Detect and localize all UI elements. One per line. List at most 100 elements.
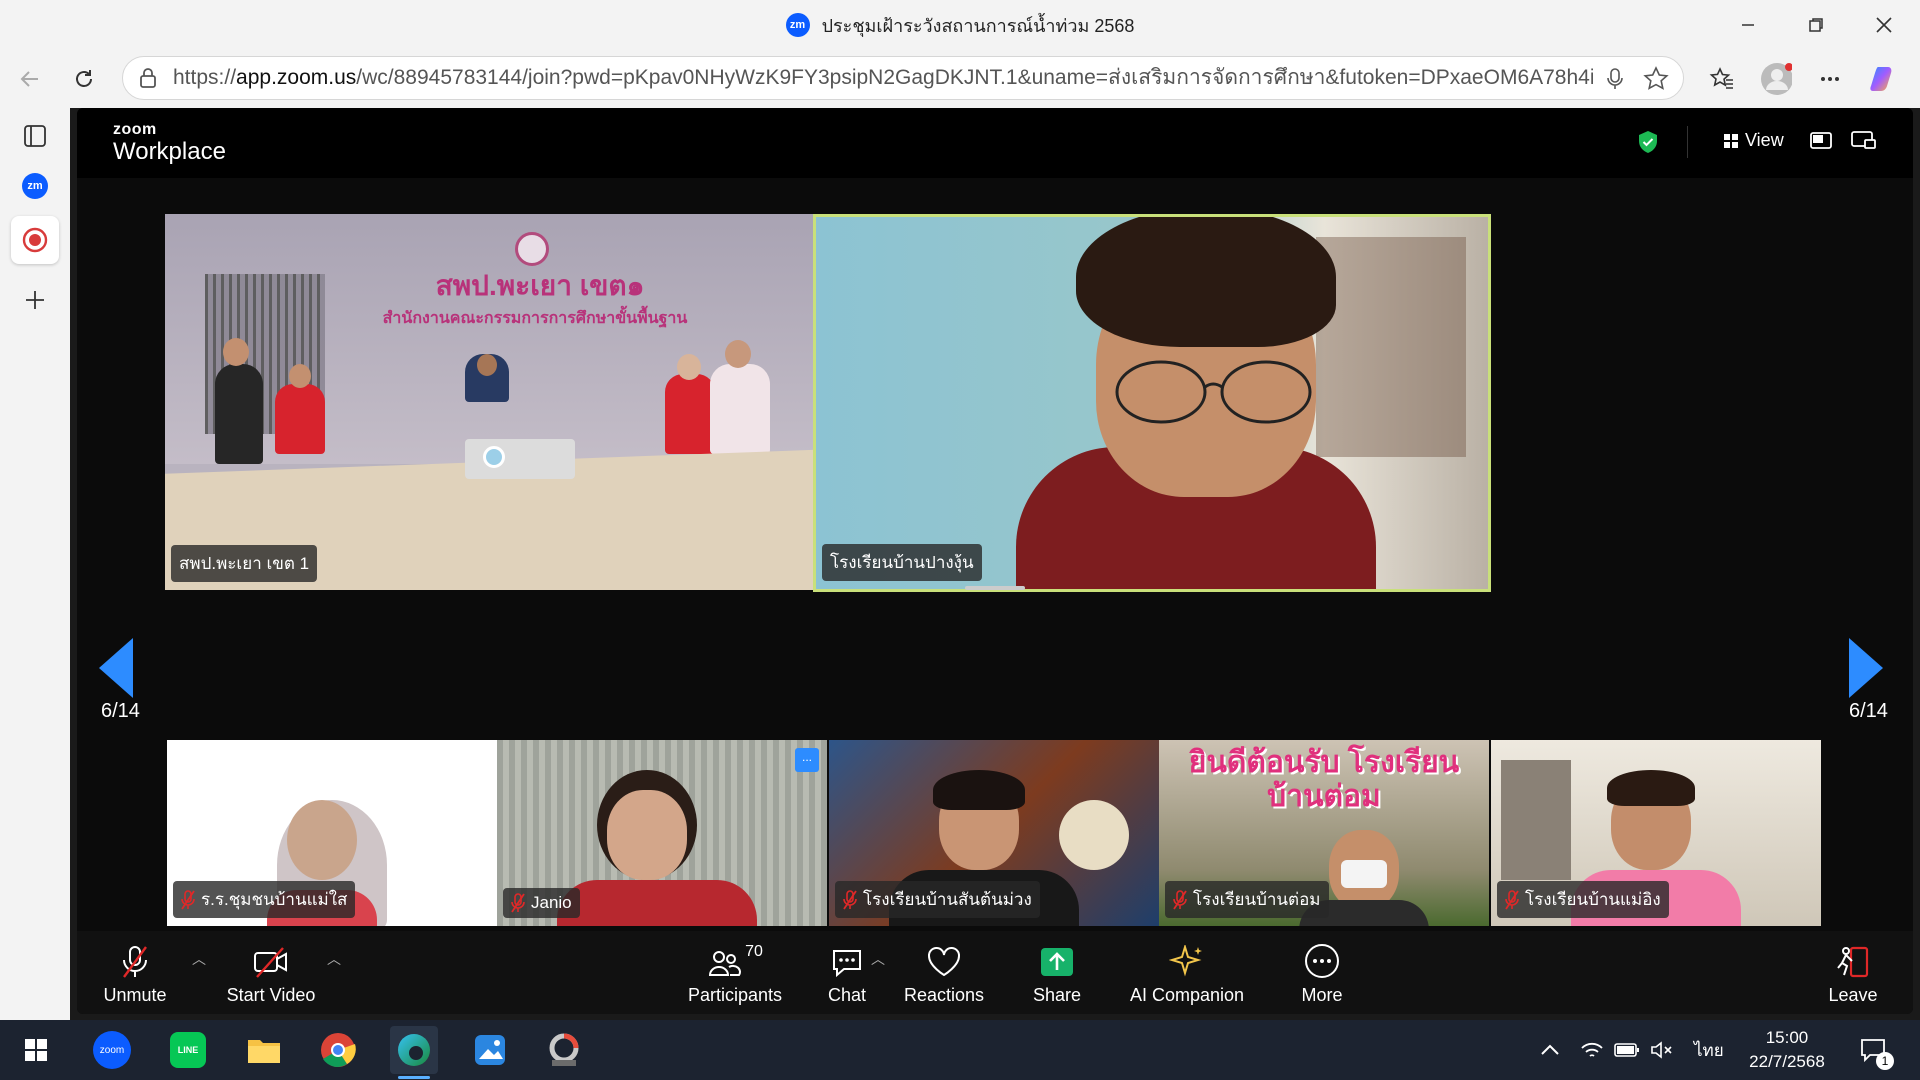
participant-name-label: สพป.พะเยา เขต 1 [171, 545, 318, 582]
reactions-button[interactable]: Reactions [899, 931, 989, 1014]
favorites-icon[interactable] [1706, 63, 1738, 95]
unmute-button[interactable]: Unmute [89, 931, 181, 1014]
previous-page-arrow[interactable] [99, 638, 133, 698]
close-window-button[interactable] [1866, 8, 1902, 42]
school-sign-text: ยินดีต้อนรับ โรงเรียนบ้านต่อม [1188, 746, 1460, 813]
chrome-icon[interactable] [314, 1026, 362, 1074]
share-button[interactable]: Share [1017, 931, 1097, 1014]
workplace-logo-text: Workplace [113, 138, 226, 165]
photos-app-icon[interactable] [466, 1026, 514, 1074]
add-tab-icon[interactable] [15, 280, 55, 320]
recording-tab-icon[interactable] [11, 216, 59, 264]
restore-button[interactable] [1798, 8, 1834, 42]
tile-more-options-button[interactable]: ... [795, 748, 819, 772]
share-screen-icon [1041, 948, 1073, 976]
muted-mic-icon [1505, 889, 1519, 909]
video-tile-main-2-active-speaker[interactable]: โรงเรียนบ้านปางงุ้น [813, 214, 1491, 592]
video-off-icon [254, 947, 287, 978]
windows-start-icon[interactable] [12, 1026, 60, 1074]
view-button[interactable]: View [1723, 130, 1784, 151]
next-page-arrow[interactable] [1849, 638, 1883, 698]
video-thumb-5[interactable]: โรงเรียนบ้านแม่อิง [1491, 740, 1821, 926]
address-bar[interactable]: https://app.zoom.us/wc/88945783144/join?… [122, 56, 1684, 100]
chat-icon [833, 950, 861, 978]
window-title-bar: zm ประชุมเฝ้าระวังสถานการณ์น้ำท่วม 2568 [0, 0, 1920, 50]
muted-microphone-icon [123, 946, 147, 978]
edge-icon[interactable] [390, 1026, 438, 1074]
input-language-indicator[interactable]: ไทย [1694, 1020, 1724, 1080]
grid-icon [1724, 133, 1738, 148]
video-tile-main-1[interactable]: สพป.พะเยา เขต๑ สำนักงานคณะกรรมการการศึกษ… [165, 214, 839, 590]
clock[interactable]: 15:00 22/7/2568 [1742, 1020, 1832, 1080]
window-title-text: ประชุมเฝ้าระวังสถานการณ์น้ำท่วม 2568 [821, 15, 1135, 36]
participant-name-label: โรงเรียนบ้านปางงุ้น [822, 544, 982, 581]
refresh-icon[interactable] [68, 63, 100, 95]
more-button[interactable]: More [1287, 931, 1357, 1014]
audio-options-caret-icon[interactable]: ︿ [192, 949, 206, 969]
window-title: zm ประชุมเฝ้าระวังสถานการณ์น้ำท่วม 2568 [0, 0, 1920, 50]
photoscape-icon[interactable] [540, 1026, 588, 1074]
start-video-button[interactable]: Start Video [211, 931, 331, 1014]
participant-name-label: Janio [503, 888, 580, 918]
more-options-icon[interactable] [1814, 63, 1846, 95]
battery-icon[interactable] [1614, 1020, 1640, 1080]
favorite-star-icon[interactable] [1643, 66, 1669, 97]
video-thumb-3[interactable]: โรงเรียนบ้านสันต้นม่วง [829, 740, 1159, 926]
show-hidden-icons-button[interactable] [1540, 1020, 1560, 1080]
tabs-icon[interactable] [15, 116, 55, 156]
zoom-meeting-window: zoom Workplace View สพป.พะเยา เขต๑ สำนัก… [77, 108, 1913, 1014]
gallery-resize-handle[interactable] [965, 586, 1025, 590]
copilot-icon[interactable] [1868, 63, 1900, 95]
view-label: View [1745, 130, 1784, 150]
zoom-tab-icon[interactable]: zm [15, 166, 55, 206]
fullscreen-icon[interactable] [1851, 130, 1877, 157]
browser-sidebar: zm [0, 108, 70, 1020]
muted-mic-icon [1173, 889, 1187, 909]
clock-time: 15:00 [1765, 1028, 1809, 1047]
zoom-header: zoom Workplace View [77, 108, 1913, 178]
room-sign-line2: สำนักงานคณะกรรมการการศึกษาขั้นพื้นฐาน [382, 310, 688, 327]
notification-center-icon[interactable]: 1 [1860, 1020, 1894, 1080]
participants-icon [709, 951, 742, 976]
profile-avatar[interactable] [1760, 63, 1792, 95]
page-indicator-right: 6/14 [1849, 700, 1888, 722]
wifi-icon[interactable] [1580, 1020, 1604, 1080]
windows-taskbar: zoom LINE ไทย 15:00 22/7/2568 1 [0, 1020, 1920, 1080]
participants-count: 70 [745, 943, 763, 960]
more-dots-icon [1305, 944, 1339, 978]
heart-icon [928, 947, 960, 977]
participants-button[interactable]: 70 Participants [685, 931, 785, 1014]
leave-button[interactable]: Leave [1817, 931, 1889, 1014]
video-thumb-1[interactable]: ร.ร.ชุมชนบ้านแม่ใส [167, 740, 497, 926]
zoom-favicon-icon: zm [785, 13, 810, 37]
video-thumb-2[interactable]: ... Janio [497, 740, 827, 926]
minimize-button[interactable] [1730, 8, 1766, 42]
file-explorer-icon[interactable] [240, 1026, 288, 1074]
sparkle-icon [1169, 945, 1202, 977]
notification-count-badge: 1 [1876, 1052, 1894, 1070]
participant-name-label: โรงเรียนบ้านต่อม [1165, 881, 1329, 918]
speaker-muted-icon[interactable] [1650, 1020, 1674, 1080]
video-thumb-4[interactable]: ยินดีต้อนรับ โรงเรียนบ้านต่อม โรงเรียนบ้… [1159, 740, 1489, 926]
muted-mic-icon [843, 889, 857, 909]
zoom-logo-text: zoom [113, 121, 157, 138]
room-sign-line1: สพป.พะเยา เขต๑ [435, 270, 645, 301]
zoom-taskbar-icon[interactable]: zoom [88, 1026, 136, 1074]
encryption-shield-icon[interactable] [1637, 130, 1659, 159]
lock-icon[interactable] [137, 67, 159, 94]
back-icon[interactable] [14, 63, 46, 95]
clock-date: 22/7/2568 [1749, 1052, 1825, 1071]
participant-name-label: ร.ร.ชุมชนบ้านแม่ใส [173, 881, 356, 918]
line-app-icon[interactable]: LINE [164, 1026, 212, 1074]
url-text: https://app.zoom.us/wc/88945783144/join?… [173, 66, 1593, 89]
microphone-icon[interactable] [1605, 67, 1625, 96]
meeting-controls-bar: Unmute ︿ Start Video ︿ 70 Participants C… [77, 931, 1913, 1014]
ai-companion-button[interactable]: AI Companion [1117, 931, 1257, 1014]
picture-in-picture-icon[interactable] [1810, 130, 1834, 157]
video-options-caret-icon[interactable]: ︿ [327, 949, 341, 969]
chat-button[interactable]: Chat [817, 931, 877, 1014]
muted-mic-icon [181, 889, 195, 909]
participant-name-label: โรงเรียนบ้านสันต้นม่วง [835, 881, 1040, 918]
participant-name-label: โรงเรียนบ้านแม่อิง [1497, 881, 1669, 918]
chat-options-caret-icon[interactable]: ︿ [871, 949, 885, 969]
